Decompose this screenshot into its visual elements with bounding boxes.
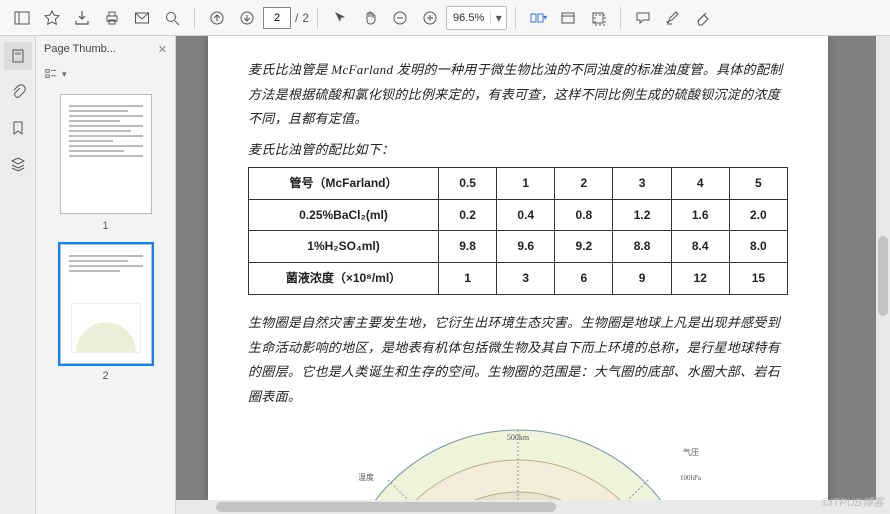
star-icon[interactable] [38,4,66,32]
svg-text:100hPa: 100hPa [680,474,702,482]
highlight-icon[interactable] [659,4,687,32]
hand-icon[interactable] [356,4,384,32]
zoom-out-icon[interactable] [386,4,414,32]
thumb-page-1[interactable] [60,94,152,214]
sidebar-toggle-icon[interactable] [8,4,36,32]
search-icon[interactable] [158,4,186,32]
paragraph: 麦氏比浊管是 McFarland 发明的一种用于微生物比浊的不同浊度的标准浊度管… [248,58,788,132]
scrollbar-horizontal[interactable] [176,500,876,514]
separator [317,7,318,29]
separator [194,7,195,29]
thumb-label: 1 [102,220,108,232]
table-caption: 麦氏比浊管的配比如下： [248,138,788,163]
chevron-down-icon[interactable]: ▾ [490,11,506,25]
paragraph: 生物圈是自然灾害主要发生地，它衍生出环境生态灾害。生物圈是地球上凡是出现并感受到… [248,311,788,410]
page-sep: / [295,11,298,25]
download-icon[interactable] [68,4,96,32]
table-row: 1%H₂SO₄ml) 9.89.69.28.88.48.0 [249,231,788,263]
page-input[interactable] [263,7,291,29]
scrollbar-vertical[interactable] [876,36,890,514]
panel-title: Page Thumb... [44,43,116,55]
comment-icon[interactable] [629,4,657,32]
bookmarks-tab-icon[interactable] [4,114,32,142]
thumbnails-tab-icon[interactable] [4,42,32,70]
watermark: ©ITPUB博客 [822,494,885,510]
reflow-icon[interactable] [554,4,582,32]
rotate-icon[interactable] [584,4,612,32]
panel-options[interactable]: ▾ [36,62,175,86]
zoom-combo[interactable]: 96.5% ▾ [446,6,507,30]
print-icon[interactable] [98,4,126,32]
th: 管号（McFarland） [249,167,439,199]
fit-width-icon[interactable]: ▾ [524,4,552,32]
table-row: 菌液浓度（×10⁸/ml） 13691215 [249,263,788,295]
toolbar: / 2 96.5% ▾ ▾ [0,0,890,36]
page: 麦氏比浊管是 McFarland 发明的一种用于微生物比浊的不同浊度的标准浊度管… [208,36,828,514]
svg-text:温度: 温度 [358,472,374,482]
chevron-down-icon: ▾ [62,69,67,80]
thumb-list: 1 2 [36,86,175,514]
next-page-icon[interactable] [233,4,261,32]
mcfarland-table: 管号（McFarland） 0.512345 0.25%BaCl₂(ml) 0.… [248,167,788,295]
panel-header: Page Thumb... ✕ [36,36,175,62]
mail-icon[interactable] [128,4,156,32]
svg-text:气压: 气压 [683,447,699,457]
thumbnails-panel: Page Thumb... ✕ ▾ 1 2 [36,36,176,514]
separator [515,7,516,29]
prev-page-icon[interactable] [203,4,231,32]
zoom-in-icon[interactable] [416,4,444,32]
pointer-icon[interactable] [326,4,354,32]
page-total: 2 [302,11,309,25]
document-view[interactable]: 麦氏比浊管是 McFarland 发明的一种用于微生物比浊的不同浊度的标准浊度管… [176,36,890,514]
table-row: 0.25%BaCl₂(ml) 0.20.40.81.21.62.0 [249,199,788,231]
body: Page Thumb... ✕ ▾ 1 2 麦氏比浊管是 McFarland 发… [0,36,890,514]
close-icon[interactable]: ✕ [158,43,167,56]
attachments-tab-icon[interactable] [4,78,32,106]
svg-text:500km: 500km [507,433,530,442]
erase-icon[interactable] [689,4,717,32]
zoom-value: 96.5% [447,12,490,24]
thumb-label: 2 [102,370,108,382]
page-indicator: / 2 [263,7,309,29]
side-rail [0,36,36,514]
table-row: 管号（McFarland） 0.512345 [249,167,788,199]
thumb-page-2[interactable] [60,244,152,364]
layers-tab-icon[interactable] [4,150,32,178]
separator [620,7,621,29]
